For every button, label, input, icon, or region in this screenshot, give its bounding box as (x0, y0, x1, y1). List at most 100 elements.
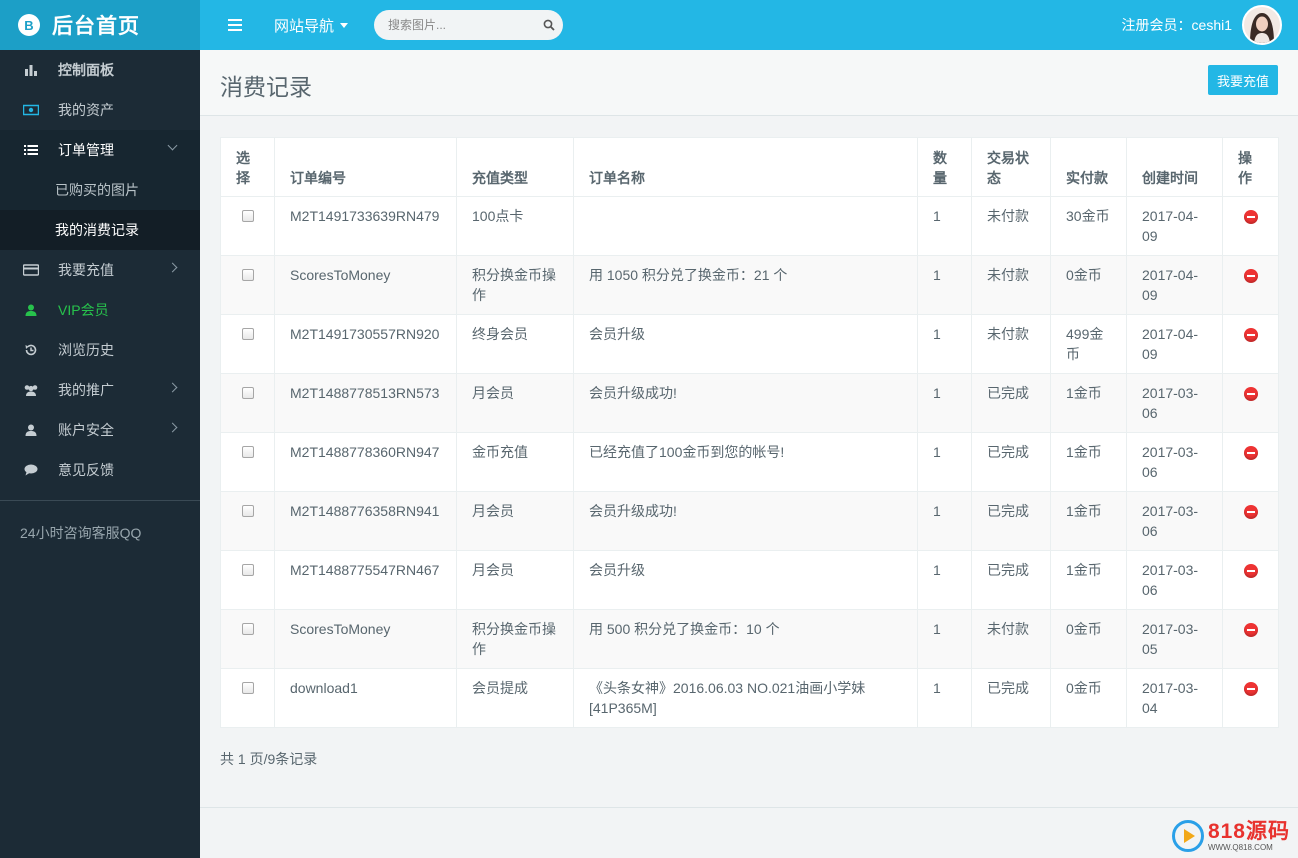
delete-icon[interactable] (1243, 564, 1258, 578)
recharge-type-cell: 月会员 (456, 550, 574, 610)
search-icon[interactable] (543, 18, 555, 32)
status-cell: 已完成 (971, 432, 1051, 492)
order-id-cell: ScoresToMoney (274, 255, 457, 315)
page-title: 消费记录 (220, 74, 312, 100)
sidebar-subitem-consumption-records[interactable]: 我的消费记录 (0, 210, 200, 250)
sidebar-item-label: 浏览历史 (58, 342, 114, 358)
footer-divider (200, 807, 1298, 808)
row-checkbox[interactable] (241, 682, 254, 694)
list-icon (22, 144, 40, 156)
delete-icon[interactable] (1243, 387, 1258, 401)
order-id-cell: M2T1488778360RN947 (274, 432, 457, 492)
delete-icon[interactable] (1243, 623, 1258, 637)
credit-card-icon (22, 264, 40, 276)
brand-title[interactable]: 后台首页 (52, 10, 140, 40)
watermark-logo: 818源码 WWW.Q818.COM (1171, 819, 1290, 852)
watermark-url: WWW.Q818.COM (1207, 842, 1273, 852)
status-cell: 未付款 (971, 255, 1051, 315)
row-checkbox[interactable] (241, 328, 254, 340)
paid-cell: 1金币 (1050, 373, 1127, 433)
paid-cell: 0金币 (1050, 668, 1127, 728)
delete-icon[interactable] (1243, 269, 1258, 283)
caret-down-icon (340, 23, 349, 28)
recharge-button[interactable]: 我要充值 (1208, 65, 1278, 95)
sidebar-subitem-purchased-images[interactable]: 已购买的图片 (0, 170, 200, 210)
recharge-type-cell: 积分换金币操作 (456, 255, 574, 315)
created-time-cell: 2017-04-09 (1126, 196, 1223, 256)
recharge-type-cell: 积分换金币操作 (456, 609, 574, 669)
table-header-row: 选择 订单编号 充值类型 订单名称 数量 交易状态 实付款 创建时间 操作 (220, 137, 1279, 197)
site-nav-dropdown[interactable]: 网站导航 (274, 15, 349, 36)
order-name-cell: 已经充值了100金币到您的帐号! (573, 432, 918, 492)
sidebar-item-label: VIP会员 (58, 302, 109, 318)
search-input[interactable] (388, 18, 543, 32)
sidebar-item-dashboard[interactable]: 控制面板 (0, 50, 200, 90)
table-row: M2T1491733639RN479 100点卡 1 未付款 30金币 2017… (220, 196, 1279, 256)
sidebar-item-assets[interactable]: 我的资产 (0, 90, 200, 130)
recharge-type-cell: 会员提成 (456, 668, 574, 728)
quantity-cell: 1 (917, 432, 972, 492)
row-checkbox[interactable] (241, 210, 254, 222)
order-id-cell: M2T1491730557RN920 (274, 314, 457, 374)
column-header: 实付款 (1050, 137, 1127, 197)
quantity-cell: 1 (917, 314, 972, 374)
sidebar-item-orders[interactable]: 订单管理 (0, 130, 200, 170)
table-row: ScoresToMoney 积分换金币操作 用 500 积分兑了换金币：10 个… (220, 609, 1279, 669)
sidebar-item-label: 控制面板 (58, 62, 114, 78)
table-row: M2T1488778360RN947 金币充值 已经充值了100金币到您的帐号!… (220, 432, 1279, 492)
sidebar-item-label: 账户安全 (58, 422, 114, 438)
row-checkbox[interactable] (241, 387, 254, 399)
avatar[interactable] (1242, 5, 1282, 45)
row-checkbox[interactable] (241, 505, 254, 517)
watermark-text: 818源码 (1207, 819, 1290, 843)
user-menu[interactable]: 注册会员：ceshi1 (1122, 5, 1282, 45)
order-id-cell: M2T1488775547RN467 (274, 550, 457, 610)
column-header: 选择 (220, 137, 275, 197)
sidebar-item-label: 我要充值 (58, 262, 114, 278)
delete-icon[interactable] (1243, 682, 1258, 696)
row-checkbox[interactable] (241, 269, 254, 281)
paid-cell: 0金币 (1050, 255, 1127, 315)
paid-cell: 0金币 (1050, 609, 1127, 669)
created-time-cell: 2017-03-06 (1126, 550, 1223, 610)
quantity-cell: 1 (917, 668, 972, 728)
table-row: M2T1491730557RN920 终身会员 会员升级 1 未付款 499金币… (220, 314, 1279, 374)
recharge-type-cell: 月会员 (456, 491, 574, 551)
delete-icon[interactable] (1243, 446, 1258, 460)
created-time-cell: 2017-03-05 (1126, 609, 1223, 669)
sidebar-item-feedback[interactable]: 意见反馈 (0, 450, 200, 490)
delete-icon[interactable] (1243, 328, 1258, 342)
row-checkbox[interactable] (241, 564, 254, 576)
status-cell: 已完成 (971, 550, 1051, 610)
created-time-cell: 2017-03-06 (1126, 373, 1223, 433)
delete-icon[interactable] (1243, 210, 1258, 224)
sidebar-item-vip[interactable]: VIP会员 (0, 290, 200, 330)
table-row: ScoresToMoney 积分换金币操作 用 1050 积分兑了换金币：21 … (220, 255, 1279, 315)
sidebar-item-label: 我的资产 (58, 102, 114, 118)
money-icon (22, 104, 40, 116)
sidebar-item-label: 意见反馈 (58, 462, 114, 478)
delete-icon[interactable] (1243, 505, 1258, 519)
order-name-cell: 用 1050 积分兑了换金币：21 个 (573, 255, 918, 315)
created-time-cell: 2017-03-06 (1126, 432, 1223, 492)
order-id-cell: M2T1488776358RN941 (274, 491, 457, 551)
search-box (374, 10, 563, 40)
quantity-cell: 1 (917, 255, 972, 315)
menu-toggle-icon[interactable] (228, 15, 248, 35)
sidebar-item-account-security[interactable]: 账户安全 (0, 410, 200, 450)
row-checkbox[interactable] (241, 623, 254, 635)
quantity-cell: 1 (917, 609, 972, 669)
order-id-cell: download1 (274, 668, 457, 728)
sidebar-item-recharge[interactable]: 我要充值 (0, 250, 200, 290)
column-header: 交易状态 (971, 137, 1051, 197)
order-id-cell: ScoresToMoney (274, 609, 457, 669)
brand-logo-icon: B (18, 14, 40, 36)
row-checkbox[interactable] (241, 446, 254, 458)
chevron-right-icon (167, 422, 178, 433)
paid-cell: 1金币 (1050, 491, 1127, 551)
order-id-cell: M2T1491733639RN479 (274, 196, 457, 256)
status-cell: 已完成 (971, 491, 1051, 551)
brand[interactable]: B 后台首页 (0, 0, 200, 50)
sidebar-item-history[interactable]: 浏览历史 (0, 330, 200, 370)
sidebar-item-promotion[interactable]: 我的推广 (0, 370, 200, 410)
